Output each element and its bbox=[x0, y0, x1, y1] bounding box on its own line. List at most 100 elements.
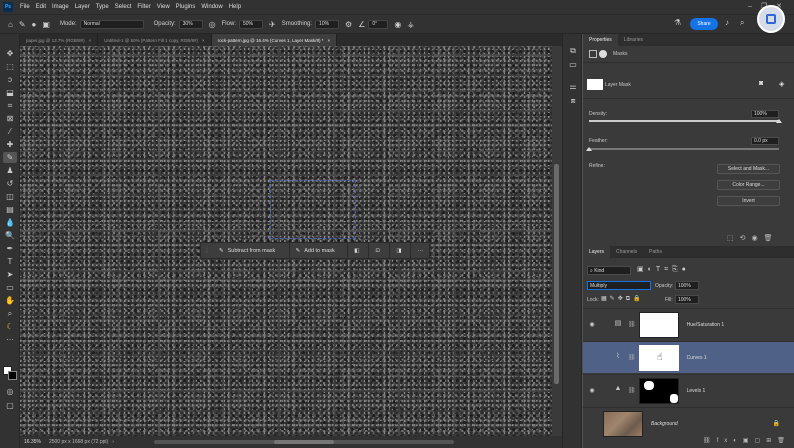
density-slider-handle[interactable] bbox=[776, 119, 782, 123]
eraser-tool-icon[interactable]: ◫ bbox=[3, 191, 17, 202]
tab-properties[interactable]: Properties bbox=[583, 34, 618, 46]
blur-tool-icon[interactable]: 💧 bbox=[3, 217, 17, 228]
lock-icon[interactable]: 🔒 bbox=[773, 420, 780, 427]
chevron-right-icon[interactable]: › bbox=[112, 439, 114, 445]
layer-mask-thumbnail[interactable] bbox=[638, 311, 679, 338]
tab-layers[interactable]: Layers bbox=[583, 246, 611, 258]
home-icon[interactable]: ⌂ bbox=[8, 20, 13, 29]
layer-opacity-field[interactable]: 100% bbox=[675, 281, 699, 290]
layer-row[interactable]: ⌇ ⛓ ☝ Curves 1 bbox=[583, 341, 794, 373]
more-options-button[interactable]: ··· bbox=[411, 242, 429, 259]
path-select-icon[interactable]: ➤ bbox=[3, 269, 17, 280]
zoom-tool-icon[interactable]: ⌕ bbox=[3, 308, 17, 319]
smoothing-field[interactable]: 10% bbox=[315, 19, 340, 29]
feather-field[interactable]: 0.0 px bbox=[751, 137, 779, 145]
share-button[interactable]: Share bbox=[690, 18, 718, 30]
menu-help[interactable]: Help bbox=[226, 4, 244, 10]
mode-select[interactable]: Normal bbox=[79, 19, 144, 29]
layer-thumbnail[interactable] bbox=[603, 410, 643, 437]
vector-mask-icon[interactable] bbox=[599, 50, 607, 58]
brush-preset-icon[interactable]: ● bbox=[32, 20, 37, 29]
history-icon[interactable]: ⧉ bbox=[567, 46, 579, 57]
symmetry-icon[interactable]: ⚶ bbox=[407, 20, 414, 29]
vertical-scrollbar[interactable] bbox=[552, 46, 562, 436]
scrollbar-thumb[interactable] bbox=[273, 440, 334, 444]
stamp-tool-icon[interactable]: ♟ bbox=[3, 165, 17, 176]
hand-tool-icon[interactable]: ✋ bbox=[3, 295, 17, 306]
layer-comps-icon[interactable]: ⧈ bbox=[567, 96, 579, 107]
select-and-mask-button[interactable]: Select and Mask... bbox=[717, 164, 780, 174]
panel-footer-icons[interactable]: ⬚⟲◉🗑 bbox=[727, 234, 778, 242]
link-icon[interactable]: ⛓ bbox=[628, 321, 636, 328]
layer-row[interactable]: ◉ ▲ ⛓ Levels 1 bbox=[583, 374, 794, 406]
scrollbar-thumb[interactable] bbox=[554, 164, 559, 384]
invert-button[interactable]: Invert bbox=[717, 196, 780, 206]
filter-kind-select[interactable]: ⌕ Kind bbox=[587, 266, 631, 275]
gradient-tool-icon[interactable]: ▤ bbox=[3, 204, 17, 215]
eyedropper-tool-icon[interactable]: ⁄ bbox=[3, 126, 17, 137]
menu-plugins[interactable]: Plugins bbox=[173, 4, 199, 10]
background-color-swatch[interactable] bbox=[8, 371, 17, 380]
menu-image[interactable]: Image bbox=[49, 4, 72, 10]
blend-mode-select[interactable]: Multiply bbox=[587, 281, 651, 290]
banana-icon[interactable]: ☾ bbox=[3, 321, 17, 332]
history-brush-icon[interactable]: ↺ bbox=[3, 178, 17, 189]
close-icon[interactable]: × bbox=[202, 38, 205, 43]
object-select-tool-icon[interactable]: ⬓ bbox=[3, 87, 17, 98]
pen-tool-icon[interactable]: ✒ bbox=[3, 243, 17, 254]
menu-edit[interactable]: Edit bbox=[33, 4, 49, 10]
angle-field[interactable]: 0° bbox=[368, 19, 389, 29]
layers-footer-icons[interactable]: ⛓fx◐▣▢⊞🗑 bbox=[703, 437, 791, 444]
frame-tool-icon[interactable]: ⊠ bbox=[3, 113, 17, 124]
layer-mask-thumbnail[interactable]: ☝ bbox=[638, 344, 679, 371]
subtract-from-mask-button[interactable]: ✎ Subtract from mask bbox=[213, 242, 290, 259]
flask-icon[interactable]: ⚗ bbox=[674, 18, 681, 27]
tab-paper[interactable]: paper.jpg @ 13.7% (RGB/8#) × bbox=[20, 34, 99, 46]
fill-field[interactable]: 100% bbox=[675, 295, 699, 304]
drag-handle-icon[interactable]: ⋮ bbox=[201, 247, 213, 254]
link-icon[interactable]: ⛓ bbox=[628, 354, 636, 361]
lock-icons[interactable]: ▦✎✥⧉🔒 bbox=[601, 295, 643, 303]
lasso-tool-icon[interactable]: ↄ bbox=[3, 74, 17, 85]
mask-refine-icon[interactable]: ◨ bbox=[390, 242, 412, 259]
crop-tool-icon[interactable]: ⌗ bbox=[3, 100, 17, 111]
link-icon[interactable]: ⛓ bbox=[628, 387, 636, 394]
layer-row[interactable]: ◉ ▤ ⛓ Hue/Saturation 1 bbox=[583, 308, 794, 340]
density-field[interactable]: 100% bbox=[751, 110, 779, 118]
brush-settings-icon[interactable]: ▣ bbox=[42, 20, 50, 29]
mask-feather-icon[interactable]: ⊡ bbox=[369, 242, 391, 259]
mask-invert-icon[interactable]: ◧ bbox=[348, 242, 370, 259]
menu-view[interactable]: View bbox=[154, 4, 173, 10]
eye-icon[interactable]: ◉ bbox=[585, 321, 599, 328]
layer-row[interactable]: Background 🔒 bbox=[583, 407, 794, 439]
type-tool-icon[interactable]: T bbox=[3, 256, 17, 267]
density-slider[interactable] bbox=[589, 120, 779, 122]
tab-paths[interactable]: Paths bbox=[643, 246, 668, 258]
layer-mask-thumbnail[interactable] bbox=[638, 377, 679, 404]
feather-slider-handle[interactable] bbox=[586, 147, 592, 151]
tab-channels[interactable]: Channels bbox=[610, 246, 643, 258]
airbrush-icon[interactable]: ✈ bbox=[269, 20, 276, 29]
pixel-mask-icon[interactable] bbox=[589, 50, 597, 58]
menu-window[interactable]: Window bbox=[198, 4, 225, 10]
search-icon[interactable]: ⌕ bbox=[740, 18, 744, 28]
opacity-field[interactable]: 30% bbox=[178, 19, 203, 29]
menu-file[interactable]: File bbox=[17, 4, 33, 10]
horizontal-scrollbar[interactable] bbox=[153, 440, 454, 444]
more-tools-icon[interactable]: ··· bbox=[3, 334, 17, 345]
tab-untitled[interactable]: Untitled-1 @ 50% (Pattern Fill 1 copy, R… bbox=[98, 34, 212, 46]
document-canvas[interactable] bbox=[20, 46, 552, 436]
dodge-tool-icon[interactable]: 🔍 bbox=[3, 230, 17, 241]
gear-icon[interactable]: ⚙ bbox=[345, 20, 352, 29]
close-icon[interactable]: × bbox=[89, 38, 92, 43]
rectangle-tool-icon[interactable]: ▭ bbox=[3, 282, 17, 293]
zoom-level[interactable]: 16.35% bbox=[24, 439, 41, 445]
adjustments-icon[interactable]: ⚌ bbox=[567, 82, 579, 93]
feather-slider[interactable] bbox=[589, 148, 779, 150]
layer-filter-icons[interactable]: ▣◐T⌗⎘● bbox=[637, 265, 690, 274]
mask-vector-icon[interactable]: ◈ bbox=[779, 80, 784, 88]
screen-mode-icon[interactable]: ▢ bbox=[3, 400, 17, 411]
pressure-size-icon[interactable]: ◉ bbox=[394, 20, 401, 29]
comment-icon[interactable]: ▭ bbox=[567, 60, 579, 71]
flow-field[interactable]: 50% bbox=[238, 19, 263, 29]
